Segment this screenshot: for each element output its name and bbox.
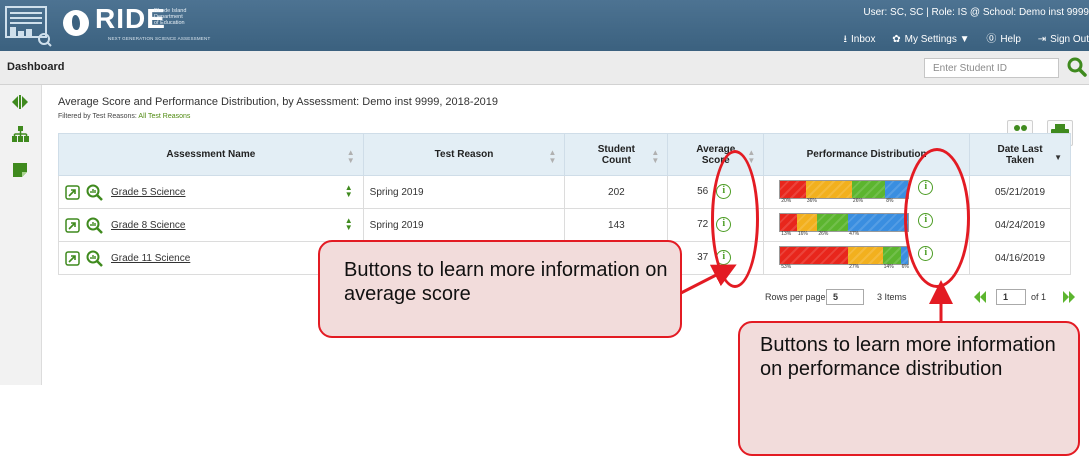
date-last-taken-cell: 05/21/2019 [969, 175, 1071, 209]
search-icon[interactable] [1066, 56, 1088, 78]
sort-icon[interactable]: ▲ ▼ [549, 149, 557, 165]
date-last-taken-cell: 04/16/2019 [969, 241, 1071, 275]
date-last-taken-cell: 04/24/2019 [969, 208, 1071, 242]
monitor-logo-icon [5, 6, 52, 47]
my-settings-link[interactable]: ✿ My Settings ▼ [892, 34, 969, 45]
download-icon: ⭳ [843, 34, 847, 45]
ride-org-name: Rhode Island Department of Education [154, 8, 187, 26]
assessment-name-link[interactable]: Grade 5 Science [111, 187, 186, 198]
ride-seal-icon [63, 10, 89, 36]
performance-segment-level-3 [851, 181, 886, 198]
page-title: Dashboard [7, 61, 65, 73]
performance-label-level-1: 53% [781, 264, 792, 270]
assessment-name-link[interactable]: Grade 11 Science [111, 253, 190, 264]
performance-segment-level-2 [805, 181, 852, 198]
rows-per-page-select[interactable]: 5 [826, 289, 864, 305]
filter-value-link[interactable]: All Test Reasons [138, 113, 190, 120]
magnify-report-icon[interactable] [86, 184, 103, 201]
sign-out-link[interactable]: ⇥ Sign Out [1038, 34, 1089, 45]
average-score-value: 37 [697, 252, 709, 263]
assessment-name-link[interactable]: Grade 8 Science [111, 220, 186, 231]
user-info: User: SC, SC | Role: IS @ School: Demo i… [863, 7, 1089, 18]
performance-label-level-2: 36% [806, 198, 817, 204]
perf-dist-highlight-ellipse [904, 148, 970, 288]
sign-out-icon: ⇥ [1037, 34, 1047, 45]
performance-segment-level-3 [817, 214, 849, 231]
avg-score-highlight-ellipse [711, 150, 759, 288]
perf-dist-callout: Buttons to learn more information on per… [738, 321, 1080, 456]
performance-label-level-4: 47% [849, 231, 860, 237]
items-count: 3 Items [877, 292, 907, 302]
test-reason-cell: Spring 2019 [362, 208, 566, 242]
performance-segment-level-1 [780, 214, 797, 231]
note-icon[interactable] [10, 161, 30, 179]
rows-per-page-label: Rows per page: [765, 292, 829, 302]
expand-collapse-icon[interactable] [10, 93, 30, 111]
magnify-report-icon[interactable] [86, 217, 103, 234]
open-report-icon[interactable] [65, 184, 80, 200]
left-rail [0, 85, 42, 385]
first-page-icon[interactable] [973, 290, 987, 304]
performance-label-level-4: 6% [901, 264, 909, 270]
performance-label-level-2: 27% [849, 264, 860, 270]
help-icon: ⓪ [986, 34, 997, 45]
test-reason-cell: Spring 2019 [362, 175, 566, 209]
top-banner: RIDE Rhode Island Department of Educatio… [0, 0, 1089, 51]
average-score-value: 56 [697, 186, 709, 197]
performance-label-level-2: 16% [797, 231, 808, 237]
sort-icon[interactable]: ▲ ▼ [347, 149, 355, 165]
assessment-name-cell: Grade 8 Science ▲ ▼ [58, 208, 364, 242]
utility-links: ⭳ Inbox ✿ My Settings ▼ ⓪ Help ⇥ Sign Out [829, 30, 1089, 49]
assessment-name-cell: Grade 5 Science ▲ ▼ [58, 175, 364, 209]
report-title: Average Score and Performance Distributi… [58, 96, 499, 108]
performance-bar [779, 246, 910, 265]
inbox-link[interactable]: ⭳ Inbox [843, 34, 875, 45]
performance-segment-level-1 [780, 181, 806, 198]
open-report-icon[interactable] [65, 250, 80, 266]
col-header-test-reason[interactable]: Test Reason ▲ ▼ [362, 133, 566, 176]
last-page-icon[interactable] [1062, 290, 1076, 304]
performance-segment-level-2 [848, 247, 883, 264]
col-header-date-last-taken[interactable]: Date Last Taken ▼ [969, 133, 1071, 176]
sort-icon[interactable]: ▲ ▼ [651, 149, 659, 165]
row-sort-icon[interactable]: ▲ ▼ [345, 184, 353, 199]
sort-desc-icon[interactable]: ▼ [1054, 154, 1062, 162]
performance-bar [779, 213, 910, 232]
filter-summary: Filtered by Test Reasons: All Test Reaso… [58, 113, 191, 120]
student-count-cell: 143 [564, 208, 669, 242]
performance-segment-level-4 [848, 214, 909, 231]
student-count-cell: 202 [564, 175, 669, 209]
performance-label-level-3: 14% [883, 264, 894, 270]
page-of-text: of 1 [1031, 292, 1047, 302]
gear-icon: ✿ [892, 34, 901, 45]
row-sort-icon[interactable]: ▲ ▼ [345, 217, 353, 232]
performance-label-level-4: 8% [886, 198, 894, 204]
col-header-student-count[interactable]: Student Count ▲ ▼ [564, 133, 669, 176]
performance-label-level-1: 13% [781, 231, 792, 237]
help-link[interactable]: ⓪ Help [986, 34, 1021, 45]
performance-segment-level-1 [780, 247, 849, 264]
average-score-value: 72 [697, 219, 709, 230]
performance-label-level-3: 26% [818, 231, 829, 237]
avg-score-callout: Buttons to learn more information on ave… [318, 240, 682, 338]
ride-tagline: NEXT GENERATION SCIENCE ASSESSMENT [108, 36, 211, 41]
open-report-icon[interactable] [65, 217, 80, 233]
page-input[interactable]: 1 [996, 289, 1026, 305]
performance-segment-level-3 [882, 247, 901, 264]
hierarchy-icon[interactable] [10, 125, 30, 143]
student-id-input[interactable] [924, 58, 1059, 78]
performance-segment-level-2 [796, 214, 818, 231]
performance-label-level-3: 26% [852, 198, 863, 204]
col-header-assessment-name[interactable]: Assessment Name ▲ ▼ [58, 133, 364, 176]
performance-bar [779, 180, 910, 199]
magnify-report-icon[interactable] [86, 250, 103, 267]
performance-label-level-1: 20% [781, 198, 792, 204]
